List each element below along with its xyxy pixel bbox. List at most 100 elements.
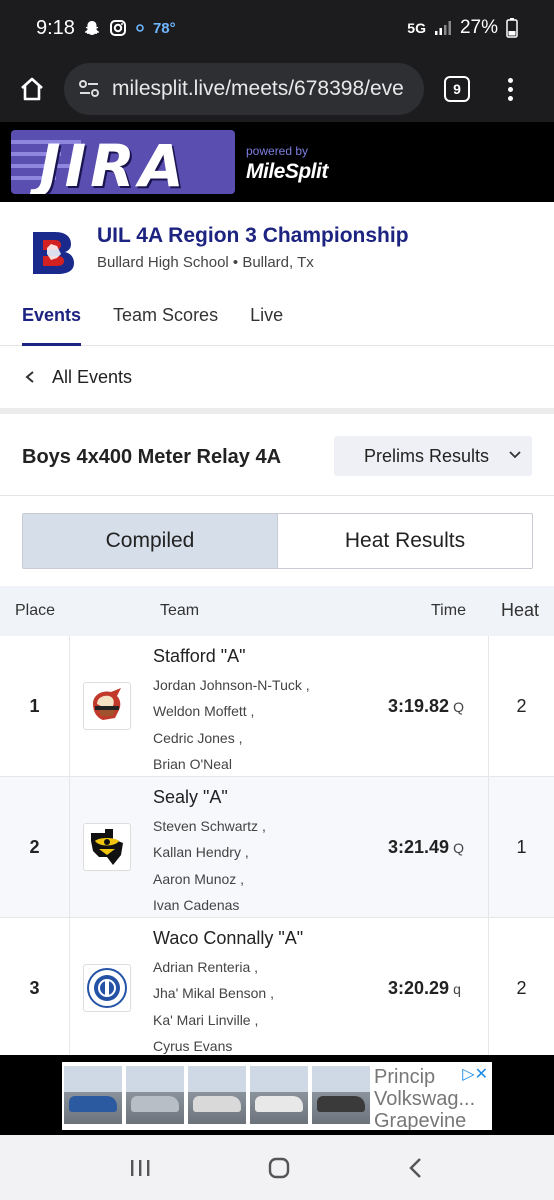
powered-by-label: powered by (246, 144, 309, 158)
table-header: Place Team Time Heat (0, 586, 554, 636)
ad-car-image (188, 1066, 246, 1124)
header-place: Place (15, 602, 56, 619)
home-button[interactable] (0, 75, 64, 103)
ad-text-line: Volkswag... (374, 1088, 476, 1110)
instagram-icon (109, 19, 127, 37)
event-header: Boys 4x400 Meter Relay 4A Prelims Result… (0, 420, 554, 496)
result-time: 3:21.49 Q (388, 837, 464, 858)
team-name[interactable]: Sealy "A" (153, 787, 228, 808)
ad-text-line: Grapevine (374, 1110, 467, 1130)
qualifier-mark: Q (453, 699, 464, 715)
header-time: Time (431, 602, 466, 619)
round-select-value: Prelims Results (364, 445, 490, 466)
weather-icon (135, 23, 145, 33)
team-name[interactable]: Stafford "A" (153, 646, 246, 667)
place-cell: 2 (0, 777, 70, 917)
back-nav-icon[interactable] (406, 1156, 426, 1180)
table-row: 3 Waco Connally "A" Adrian Renteria , Jh… (0, 918, 554, 1059)
heat-results-button[interactable]: Heat Results (278, 514, 532, 568)
jira-logo: JIRA (11, 130, 235, 194)
status-temperature: 78° (152, 19, 176, 37)
athlete-name[interactable]: Ivan Cadenas (153, 892, 266, 918)
battery-icon (506, 18, 518, 38)
athlete-list: Steven Schwartz , Kallan Hendry , Aaron … (153, 813, 266, 918)
athlete-name[interactable]: Cedric Jones , (153, 725, 310, 751)
recent-apps-icon[interactable] (128, 1157, 152, 1179)
time-value: 3:21.49 (388, 837, 450, 857)
chevron-down-icon (509, 451, 521, 459)
ad-text-line: Princip (374, 1066, 436, 1088)
tiger-texas-logo-icon (83, 823, 131, 871)
ad-car-image (64, 1066, 122, 1124)
athlete-list: Jordan Johnson-N-Tuck , Weldon Moffett ,… (153, 672, 310, 777)
advertisement[interactable]: Princip Volkswag... Grapevine ▷✕ (62, 1062, 492, 1130)
more-menu-icon[interactable] (508, 77, 513, 101)
ad-car-image (312, 1066, 370, 1124)
milesplit-logo: MileSplit (246, 160, 328, 183)
table-row: 1 Stafford "A" Jordan Johnson-N-Tuck , W… (0, 636, 554, 777)
heat-cell: 1 (488, 777, 554, 917)
athlete-name[interactable]: Jordan Johnson-N-Tuck , (153, 672, 310, 698)
athlete-name[interactable]: Aaron Munoz , (153, 866, 266, 892)
athlete-name[interactable]: Ka' Mari Linville , (153, 1007, 274, 1033)
url-bar[interactable]: milesplit.live/meets/678398/eve (64, 63, 424, 115)
ad-close-icon[interactable]: ▷✕ (462, 1064, 488, 1084)
athlete-name[interactable]: Jha' Mikal Benson , (153, 980, 274, 1006)
meet-header: UIL 4A Region 3 Championship Bullard Hig… (0, 202, 554, 292)
tab-team-scores[interactable]: Team Scores (113, 292, 218, 346)
place-cell: 1 (0, 636, 70, 776)
compiled-button[interactable]: Compiled (23, 514, 278, 568)
meet-nav-tabs: Events Team Scores Live (0, 292, 554, 346)
site-settings-icon[interactable] (78, 78, 100, 100)
round-select[interactable]: Prelims Results (334, 436, 532, 476)
header-heat: Heat (501, 600, 540, 620)
ad-text: Princip Volkswag... Grapevine (374, 1066, 475, 1130)
meet-banner: JIRA powered by MileSplit (0, 122, 554, 202)
bullard-logo-icon (27, 224, 81, 278)
ad-car-image (126, 1066, 184, 1124)
result-time: 3:19.82 Q (388, 696, 464, 717)
battery-percent: 27% (459, 17, 498, 38)
heat-cell: 2 (488, 918, 554, 1058)
meet-title[interactable]: UIL 4A Region 3 Championship (97, 224, 409, 248)
tab-live[interactable]: Live (250, 292, 283, 346)
time-value: 3:20.29 (388, 978, 450, 998)
connally-logo-icon (83, 964, 131, 1012)
team-name[interactable]: Waco Connally "A" (153, 928, 303, 949)
result-time: 3:20.29 q (388, 978, 461, 999)
event-title: Boys 4x400 Meter Relay 4A (22, 446, 282, 468)
status-bar: 9:18 78° 5G 27% (0, 0, 554, 56)
system-nav-bar (0, 1135, 554, 1200)
tab-events[interactable]: Events (22, 292, 82, 346)
athlete-name[interactable]: Weldon Moffett , (153, 698, 310, 724)
jira-logo-text: JIRA (39, 132, 188, 194)
heat-cell: 2 (488, 636, 554, 776)
chevron-left-icon (25, 371, 34, 383)
ad-photos (64, 1066, 370, 1124)
browser-toolbar: milesplit.live/meets/678398/eve 9 (0, 56, 554, 122)
athlete-name[interactable]: Adrian Renteria , (153, 954, 274, 980)
athlete-name[interactable]: Steven Schwartz , (153, 813, 266, 839)
athlete-list: Adrian Renteria , Jha' Mikal Benson , Ka… (153, 954, 274, 1059)
athlete-name[interactable]: Brian O'Neal (153, 751, 310, 777)
snapchat-icon (83, 19, 101, 37)
athlete-name[interactable]: Kallan Hendry , (153, 839, 266, 865)
home-icon (21, 77, 43, 101)
url-text: milesplit.live/meets/678398/eve (112, 77, 404, 100)
ad-banner-area: Princip Volkswag... Grapevine ▷✕ (0, 1055, 554, 1135)
status-time: 9:18 (36, 16, 75, 39)
tab-switcher-button[interactable]: 9 (444, 76, 470, 102)
all-events-label: All Events (52, 366, 133, 387)
results-view-toggle: Compiled Heat Results (22, 513, 533, 569)
time-value: 3:19.82 (388, 696, 450, 716)
qualifier-mark: Q (453, 840, 464, 856)
signal-icon (434, 20, 452, 36)
all-events-link[interactable]: All Events (0, 346, 554, 414)
place-cell: 3 (0, 918, 70, 1058)
ad-car-image (250, 1066, 308, 1124)
qualifier-mark: q (453, 981, 461, 997)
home-nav-icon[interactable] (267, 1156, 291, 1180)
table-row: 2 Sealy "A" Steven Schwartz , Kallan Hen… (0, 777, 554, 918)
network-type: 5G (407, 20, 426, 36)
spartan-logo-icon (83, 682, 131, 730)
